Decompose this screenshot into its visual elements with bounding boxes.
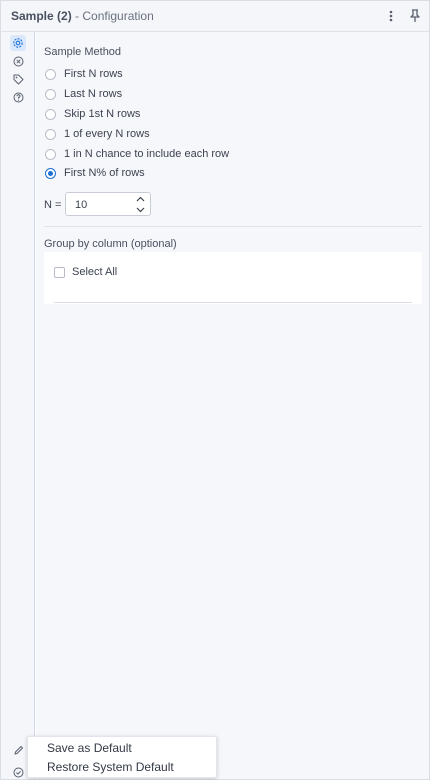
radio-first-n-percent-rows[interactable]: First N% of rows: [45, 165, 145, 181]
select-all-row[interactable]: Select All: [54, 265, 117, 279]
title-separator: -: [71, 9, 83, 23]
select-all-label: Select All: [72, 266, 118, 278]
sample-method-label: Sample Method: [44, 46, 122, 58]
radio-label: 1 in N chance to include each row: [64, 148, 230, 160]
radio-label: First N% of rows: [64, 167, 145, 179]
n-field-label: N =: [44, 199, 62, 211]
chevron-up-icon[interactable]: [133, 194, 147, 204]
group-list-divider: [54, 302, 412, 303]
n-stepper: [65, 192, 151, 216]
configuration-window: Sample (2) - Configuration Sample Method…: [0, 0, 430, 780]
panel-header: Sample (2) - Configuration: [1, 1, 429, 32]
select-all-checkbox[interactable]: [54, 266, 65, 278]
radio-skip-first-n-rows[interactable]: Skip 1st N rows: [45, 106, 140, 122]
radio-button[interactable]: [45, 128, 56, 140]
radio-button[interactable]: [45, 68, 56, 80]
defaults-context-menu: Save as Default Restore System Default: [27, 736, 217, 778]
radio-button[interactable]: [45, 108, 56, 120]
check-circle-icon[interactable]: [11, 765, 25, 779]
tag-icon[interactable]: [11, 72, 25, 86]
radio-last-n-rows[interactable]: Last N rows: [45, 86, 122, 102]
radio-button[interactable]: [45, 148, 56, 160]
annotation-icon[interactable]: [11, 54, 25, 68]
radio-button[interactable]: [45, 88, 56, 100]
section-divider: [44, 226, 422, 227]
chevron-down-icon[interactable]: [133, 205, 147, 215]
section-title: Configuration: [82, 9, 154, 23]
radio-first-n-rows[interactable]: First N rows: [45, 66, 123, 82]
help-icon[interactable]: [11, 90, 25, 104]
radio-label: First N rows: [64, 68, 123, 80]
edit-icon[interactable]: [11, 743, 25, 757]
pin-icon[interactable]: [407, 8, 423, 24]
menu-item-save-as-default[interactable]: Save as Default: [47, 741, 132, 757]
more-vertical-icon[interactable]: [383, 8, 399, 24]
group-by-panel: Select All: [44, 252, 422, 304]
radio-one-in-n-chance[interactable]: 1 in N chance to include each row: [45, 146, 229, 162]
n-input[interactable]: [75, 198, 125, 212]
radio-one-of-every-n-rows[interactable]: 1 of every N rows: [45, 126, 150, 142]
radio-label: 1 of every N rows: [64, 128, 150, 140]
configuration-icon[interactable]: [10, 35, 26, 51]
group-by-label: Group by column (optional): [44, 238, 177, 250]
radio-label: Last N rows: [64, 88, 123, 100]
menu-item-restore-system-default[interactable]: Restore System Default: [47, 760, 174, 776]
configuration-content: Sample Method First N rows Last N rows S…: [36, 32, 429, 779]
radio-button-selected[interactable]: [45, 167, 56, 179]
tool-title: Sample (2): [11, 9, 72, 23]
side-toolbar: [1, 32, 35, 779]
radio-label: Skip 1st N rows: [64, 108, 141, 120]
